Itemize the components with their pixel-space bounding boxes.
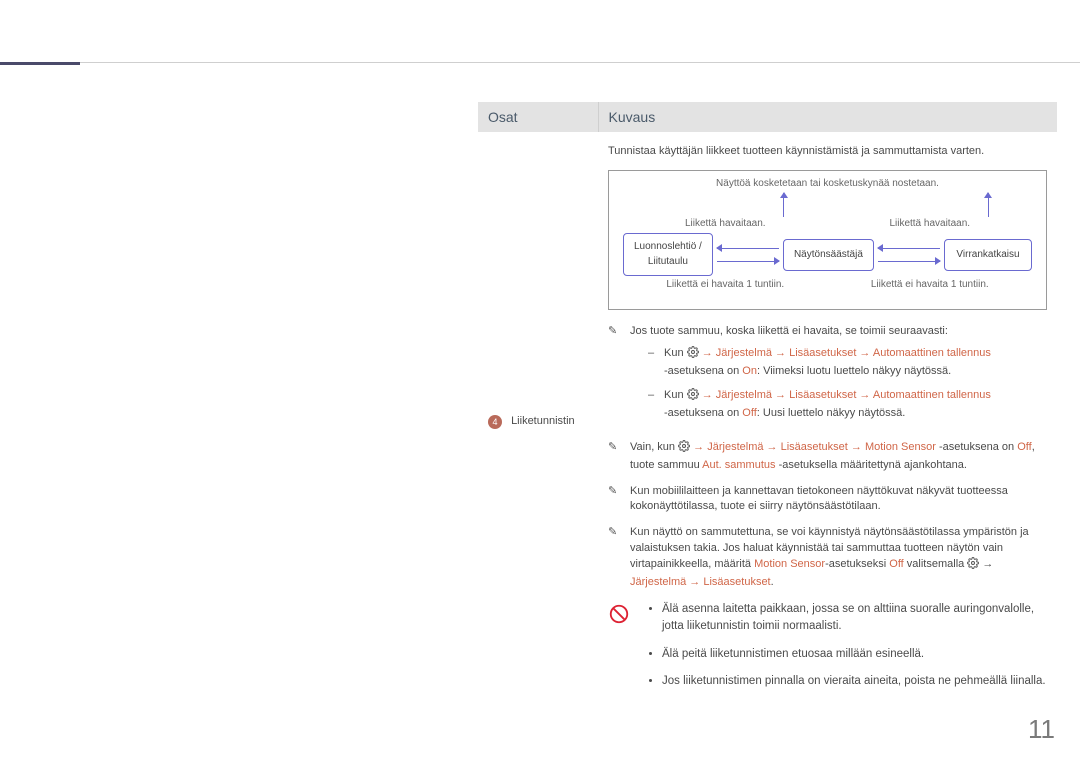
state-box-a: Luonnoslehtiö / Liitutaulu <box>623 233 713 276</box>
diagram-caption-right-bot: Liikettä ei havaita 1 tuntiin. <box>828 278 1033 293</box>
content-frame: Osat Kuvaus 4 Liiketunnistin Tunnistaa k… <box>478 102 1057 710</box>
note1-lead: Jos tuote sammuu, koska liikettä ei hava… <box>630 325 948 337</box>
warning-item: Älä asenna laitetta paikkaan, jossa se o… <box>662 601 1047 636</box>
menu-path: Järjestelmä → Lisäasetukset <box>630 576 771 588</box>
note-icon: ✎ <box>608 484 620 516</box>
note-mid: -asetukseksi <box>825 558 889 570</box>
note-icon: ✎ <box>608 525 620 591</box>
col-header-osat: Osat <box>478 102 598 132</box>
prohibition-icon <box>608 603 630 700</box>
sub-list: – Kun → Järjestelmä → Lisäasetukset → Au… <box>630 346 1047 422</box>
sub-item: – Kun → Järjestelmä → Lisäasetukset → Au… <box>648 346 1047 380</box>
note-item: ✎ Vain, kun → Järjestelmä → Lisäasetukse… <box>608 440 1047 474</box>
menu-path: → Järjestelmä → Lisäasetukset → Motion S… <box>693 441 936 453</box>
diagram-top-caption: Näyttöä kosketetaan tai kosketuskynää no… <box>609 177 1046 192</box>
note-body: Vain, kun → Järjestelmä → Lisäasetukset … <box>630 440 1047 474</box>
state-diagram: Näyttöä kosketetaan tai kosketuskynää no… <box>608 170 1047 310</box>
arrow-up-icon <box>783 193 784 217</box>
sub-mid: -asetuksena on <box>664 365 742 377</box>
setting-name: Motion Sensor <box>754 558 825 570</box>
state-box-b: Näytönsäästäjä <box>783 239 874 271</box>
arrow-left-icon <box>717 248 779 249</box>
kuvaus-lead: Tunnistaa käyttäjän liikkeet tuotteen kä… <box>608 144 1047 160</box>
note-post-pre: valitsemalla <box>904 558 968 570</box>
sub-post: : Viimeksi luotu luettelo näkyy näytössä… <box>757 365 951 377</box>
setting-name: Aut. sammutus <box>702 459 775 471</box>
note-mid: -asetuksena on <box>939 441 1017 453</box>
page-number: 11 <box>1028 714 1055 745</box>
table-row: 4 Liiketunnistin Tunnistaa käyttäjän lii… <box>478 132 1057 710</box>
note-item: ✎ Jos tuote sammuu, koska liikettä ei ha… <box>608 324 1047 430</box>
gear-icon <box>967 557 979 575</box>
note-icon: ✎ <box>608 440 620 474</box>
arrow-right-icon <box>717 261 779 262</box>
osat-label: Liiketunnistin <box>511 415 575 427</box>
kuvaus-cell: Tunnistaa käyttäjän liikkeet tuotteen kä… <box>598 132 1057 710</box>
note-body: Kun näyttö on sammutettuna, se voi käynn… <box>630 525 1047 591</box>
arrow-group-right <box>874 248 944 262</box>
warning-item: Jos liiketunnistimen pinnalla on vierait… <box>662 673 1047 690</box>
arrow-left-icon <box>878 248 940 249</box>
menu-path: → Järjestelmä → Lisäasetukset → Automaat… <box>702 347 991 359</box>
header-tab-indicator <box>0 62 80 65</box>
col-header-kuvaus: Kuvaus <box>598 102 1057 132</box>
setting-value: Off <box>889 558 903 570</box>
diagram-caption-left-bot: Liikettä ei havaita 1 tuntiin. <box>623 278 828 293</box>
diagram-mid-captions: Liikettä havaitaan. Liikettä havaitaan. <box>623 217 1032 232</box>
state-box-c: Virrankatkaisu <box>944 239 1032 271</box>
gear-icon <box>687 346 699 364</box>
diagram-bot-captions: Liikettä ei havaita 1 tuntiin. Liikettä … <box>623 278 1032 293</box>
arrow-up-icon <box>988 193 989 217</box>
notes-list: ✎ Jos tuote sammuu, koska liikettä ei ha… <box>608 324 1047 591</box>
note-post: -asetuksella määritettynä ajankohtana. <box>776 459 967 471</box>
sub-item-text: Kun → Järjestelmä → Lisäasetukset → Auto… <box>664 346 991 380</box>
sub-pre: Kun <box>664 347 687 359</box>
sub-item: – Kun → Järjestelmä → Lisäasetukset → Au… <box>648 388 1047 422</box>
warning-block: Älä asenna laitetta paikkaan, jossa se o… <box>608 601 1047 700</box>
setting-value: On <box>742 365 757 377</box>
note-icon: ✎ <box>608 324 620 430</box>
gear-icon <box>678 440 690 458</box>
setting-value: Off <box>742 407 756 419</box>
arrow-right-icon <box>878 261 940 262</box>
note-end: . <box>771 576 774 588</box>
diagram-states: Luonnoslehtiö / Liitutaulu Näytönsäästäj… <box>623 233 1032 276</box>
note-body: Jos tuote sammuu, koska liikettä ei hava… <box>630 324 1047 430</box>
note-item: ✎ Kun mobiililaitteen ja kannettavan tie… <box>608 484 1047 516</box>
osat-cell: 4 Liiketunnistin <box>478 132 598 710</box>
menu-path: → Järjestelmä → Lisäasetukset → Automaat… <box>702 389 991 401</box>
sub-post: : Uusi luettelo näkyy näytössä. <box>757 407 906 419</box>
sub-mid: -asetuksena on <box>664 407 742 419</box>
parts-table: Osat Kuvaus 4 Liiketunnistin Tunnistaa k… <box>478 102 1057 710</box>
setting-value: Off <box>1017 441 1031 453</box>
note-pre: Vain, kun <box>630 441 678 453</box>
warning-list: Älä asenna laitetta paikkaan, jossa se o… <box>644 601 1047 700</box>
arrow-group-left <box>713 248 783 262</box>
warning-item: Älä peitä liiketunnistimen etuosaa millä… <box>662 646 1047 663</box>
gear-icon <box>687 388 699 406</box>
diagram-caption-right-top: Liikettä havaitaan. <box>828 217 1033 232</box>
item-number-badge: 4 <box>488 415 502 429</box>
header-rule <box>0 62 1080 63</box>
note-body: Kun mobiililaitteen ja kannettavan tieto… <box>630 484 1047 516</box>
dash-bullet: – <box>648 346 656 380</box>
state-a-line1: Luonnoslehtiö / <box>634 240 702 255</box>
note-item: ✎ Kun näyttö on sammutettuna, se voi käy… <box>608 525 1047 591</box>
diagram-caption-left-top: Liikettä havaitaan. <box>623 217 828 232</box>
dash-bullet: – <box>648 388 656 422</box>
sub-pre: Kun <box>664 389 687 401</box>
sub-item-text: Kun → Järjestelmä → Lisäasetukset → Auto… <box>664 388 991 422</box>
state-a-line2: Liitutaulu <box>634 255 702 270</box>
